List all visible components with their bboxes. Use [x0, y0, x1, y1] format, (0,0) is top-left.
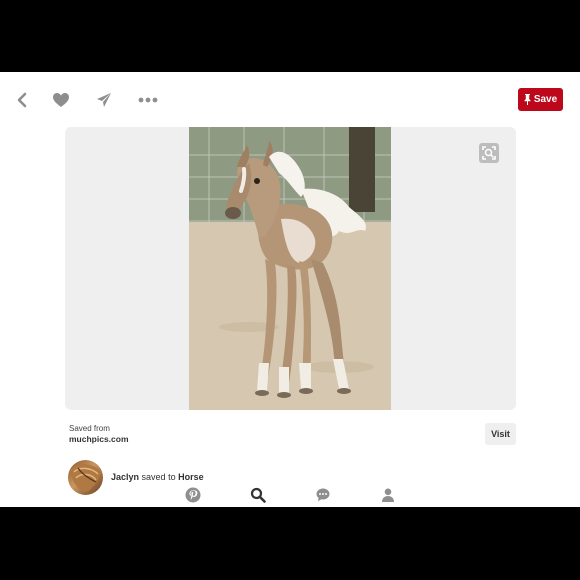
back-button[interactable] [12, 90, 32, 110]
avatar[interactable] [68, 459, 103, 495]
send-button[interactable] [94, 90, 114, 110]
ellipsis-icon [138, 97, 158, 103]
pushpin-icon [524, 94, 531, 105]
person-icon [381, 488, 394, 502]
top-toolbar: Save [0, 72, 580, 128]
visual-search-button[interactable] [479, 143, 499, 163]
paper-plane-icon [97, 93, 111, 107]
visit-button[interactable]: Visit [485, 423, 516, 445]
saved-from-block: Saved from muchpics.com [69, 424, 129, 444]
tab-home[interactable] [183, 485, 203, 505]
pinner-action: saved to [141, 472, 176, 482]
search-icon [250, 487, 266, 503]
save-label: Save [533, 94, 558, 105]
pin-image-card[interactable] [65, 127, 516, 410]
source-domain-link[interactable]: muchpics.com [69, 434, 129, 444]
pinterest-logo-icon [185, 487, 200, 502]
tab-profile[interactable] [378, 485, 398, 505]
more-options-button[interactable] [136, 90, 160, 110]
avatar-hair-illustration [70, 463, 101, 492]
like-button[interactable] [51, 90, 71, 110]
bottom-tab-bar [160, 482, 420, 507]
pin-photo[interactable] [189, 127, 391, 410]
save-button[interactable]: Save [518, 88, 563, 111]
board-name[interactable]: Horse [178, 472, 204, 482]
pinner-text: Jaclyn saved to Horse [111, 472, 204, 482]
tab-messages[interactable] [313, 485, 333, 505]
visual-search-icon [482, 146, 496, 160]
pin-closeup-screen: Save Saved from muchpics.com Visit Jacly… [0, 72, 580, 507]
tab-search[interactable] [248, 485, 268, 505]
pinner-name[interactable]: Jaclyn [111, 472, 139, 482]
heart-icon [53, 93, 69, 107]
saved-from-label: Saved from [69, 424, 110, 433]
chat-bubble-icon [316, 488, 329, 501]
chevron-left-icon [17, 92, 27, 108]
foal-photo-illustration [189, 127, 391, 410]
